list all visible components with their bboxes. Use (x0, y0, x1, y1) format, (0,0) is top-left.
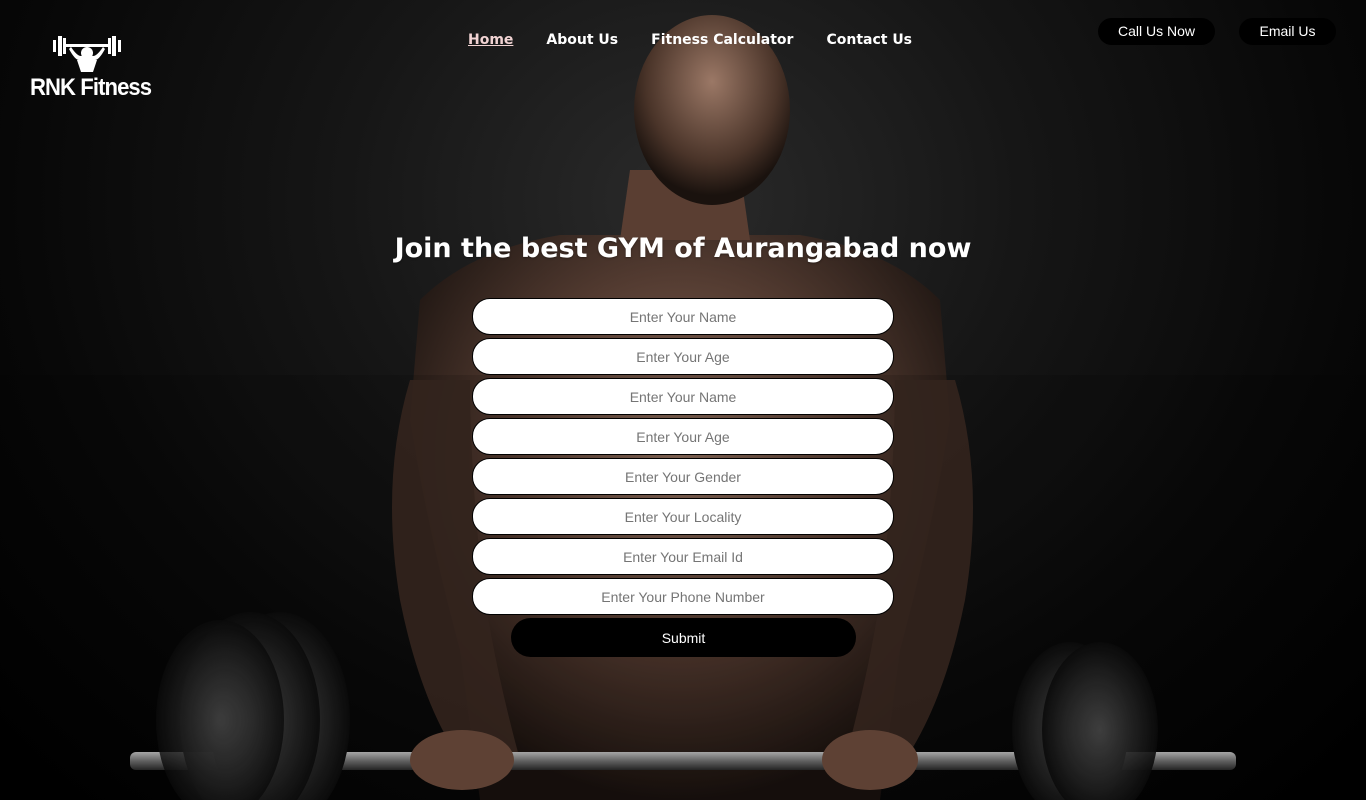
call-us-button[interactable]: Call Us Now (1098, 18, 1215, 45)
email-field[interactable] (472, 538, 894, 575)
locality-field[interactable] (472, 498, 894, 535)
nav-item-home[interactable]: Home (468, 31, 513, 49)
name-field-duplicate[interactable] (472, 378, 894, 415)
main-nav: Home About Us Fitness Calculator Contact… (468, 31, 912, 49)
brand-logo[interactable]: RNK Fitness (30, 30, 152, 101)
hero-headline: Join the best GYM of Aurangabad now (394, 233, 972, 264)
signup-form: Submit (472, 298, 894, 657)
submit-button[interactable]: Submit (511, 618, 856, 657)
email-us-button[interactable]: Email Us (1239, 18, 1336, 45)
hero-section: RNK Fitness Home About Us Fitness Calcul… (0, 0, 1366, 800)
brand-name: RNK Fitness (30, 74, 152, 101)
nav-item-contact-us[interactable]: Contact Us (826, 31, 912, 49)
phone-field[interactable] (472, 578, 894, 615)
nav-item-fitness-calculator[interactable]: Fitness Calculator (651, 31, 793, 49)
gender-field[interactable] (472, 458, 894, 495)
age-field[interactable] (472, 338, 894, 375)
name-field[interactable] (472, 298, 894, 335)
age-field-duplicate[interactable] (472, 418, 894, 455)
nav-item-about-us[interactable]: About Us (546, 31, 618, 49)
weightlifter-icon (53, 36, 121, 72)
